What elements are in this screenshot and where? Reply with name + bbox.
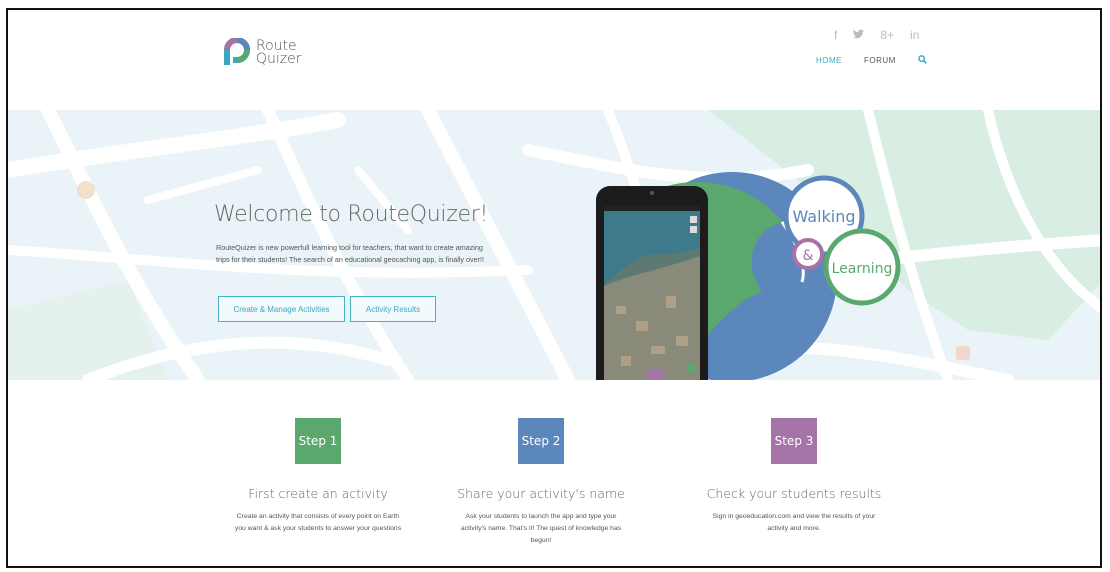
main-nav: HOME FORUM (816, 55, 927, 66)
social-links: f 8+ in (834, 28, 919, 42)
step-2-text: Ask your students to launch the app and … (460, 513, 622, 544)
search-icon[interactable] (918, 55, 927, 66)
page-frame: Route Quizer f 8+ in HOME FORUM Walking … (6, 8, 1102, 568)
twitter-icon[interactable] (853, 28, 865, 42)
learning-label: Learning (832, 261, 893, 277)
phone-mockup (596, 186, 708, 380)
step-2-title: Share your activity's name (457, 486, 625, 501)
map-background (8, 110, 1100, 380)
logo[interactable]: Route Quizer (222, 38, 302, 68)
hero-section: Walking & Learning Welcome to RouteQuize… (8, 110, 1100, 380)
activity-results-button[interactable]: Activity Results (350, 296, 436, 322)
amp-label: & (803, 248, 814, 264)
nav-forum[interactable]: FORUM (864, 56, 896, 65)
linkedin-icon[interactable]: in (910, 28, 919, 42)
step-1-text: Create an activity that consists of ever… (234, 513, 402, 532)
step-2: Step 2 Share your activity's name Ask yo… (426, 418, 656, 547)
step-3-badge: Step 3 (771, 418, 817, 464)
logo-line-2: Quizer (256, 51, 302, 67)
step-1: Step 1 First create an activity Create a… (203, 418, 433, 535)
step-3-title: Check your students results (706, 486, 882, 501)
google-plus-icon[interactable]: 8+ (880, 28, 894, 42)
logo-text: Route Quizer (256, 39, 302, 67)
step-1-badge: Step 1 (295, 418, 341, 464)
step-1-title: First create an activity (248, 486, 388, 501)
hero-title: Welcome to RouteQuizer! (214, 202, 488, 227)
step-2-badge: Step 2 (518, 418, 564, 464)
step-3-text: Sign in geoeducation.com and view the re… (712, 513, 876, 532)
logo-icon (224, 38, 250, 65)
step-3: Step 3 Check your students results Sign … (679, 418, 909, 535)
walking-label: Walking (792, 207, 855, 226)
facebook-icon[interactable]: f (834, 28, 837, 42)
create-manage-activities-button[interactable]: Create & Manage Activities (218, 296, 345, 322)
hero-description: RouteQuizer is new powerfull learning to… (216, 243, 484, 264)
nav-home[interactable]: HOME (816, 56, 842, 65)
